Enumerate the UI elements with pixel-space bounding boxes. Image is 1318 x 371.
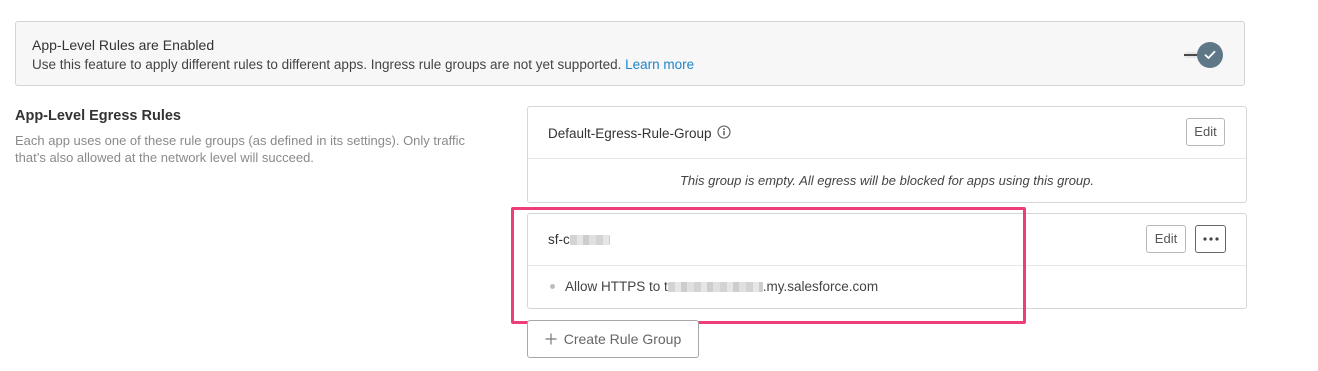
rule-group-header: Default-Egress-Rule-Group Edit <box>528 107 1246 159</box>
info-icon[interactable] <box>717 125 731 142</box>
rule-group-header: sf-c Edit <box>528 214 1246 266</box>
plus-icon <box>545 333 557 345</box>
rule-group-card-sf: sf-c Edit Allow HTTPS to t .my.salesforce… <box>527 213 1247 309</box>
app-level-rules-banner: App-Level Rules are Enabled Use this fea… <box>15 21 1245 86</box>
rule-text-suffix: .my.salesforce.com <box>762 279 879 294</box>
section-description: Each app uses one of these rule groups (… <box>15 133 465 165</box>
bullet <box>550 284 555 289</box>
more-options-button[interactable] <box>1195 225 1226 253</box>
redacted-text <box>569 234 610 245</box>
edit-button[interactable]: Edit <box>1186 118 1225 146</box>
toggle-knob <box>1197 42 1223 68</box>
rule-group-name: sf-c <box>548 232 610 247</box>
learn-more-link[interactable]: Learn more <box>625 57 694 72</box>
redacted-text <box>667 281 763 292</box>
section-title: App-Level Egress Rules <box>15 108 181 124</box>
rule-text-prefix: Allow HTTPS to t <box>565 279 668 294</box>
create-rule-group-label: Create Rule Group <box>563 331 682 347</box>
check-icon <box>1204 50 1216 59</box>
rule-list-item: Allow HTTPS to t .my.salesforce.com <box>550 279 878 294</box>
rule-group-name-text: Default-Egress-Rule-Group <box>548 126 712 141</box>
banner-description: Use this feature to apply different rule… <box>32 57 694 72</box>
ellipsis-icon <box>1202 237 1219 241</box>
edit-button[interactable]: Edit <box>1146 225 1186 253</box>
banner-title: App-Level Rules are Enabled <box>32 37 215 53</box>
rule-group-card-default: Default-Egress-Rule-Group Edit This grou… <box>527 106 1247 203</box>
app-level-rules-toggle[interactable] <box>1166 41 1224 69</box>
banner-description-text: Use this feature to apply different rule… <box>32 57 622 72</box>
empty-group-message: This group is empty. All egress will be … <box>679 173 1095 188</box>
rule-group-name: Default-Egress-Rule-Group <box>548 125 731 142</box>
rule-group-name-text: sf-c <box>548 232 570 247</box>
create-rule-group-button[interactable]: Create Rule Group <box>527 320 699 358</box>
